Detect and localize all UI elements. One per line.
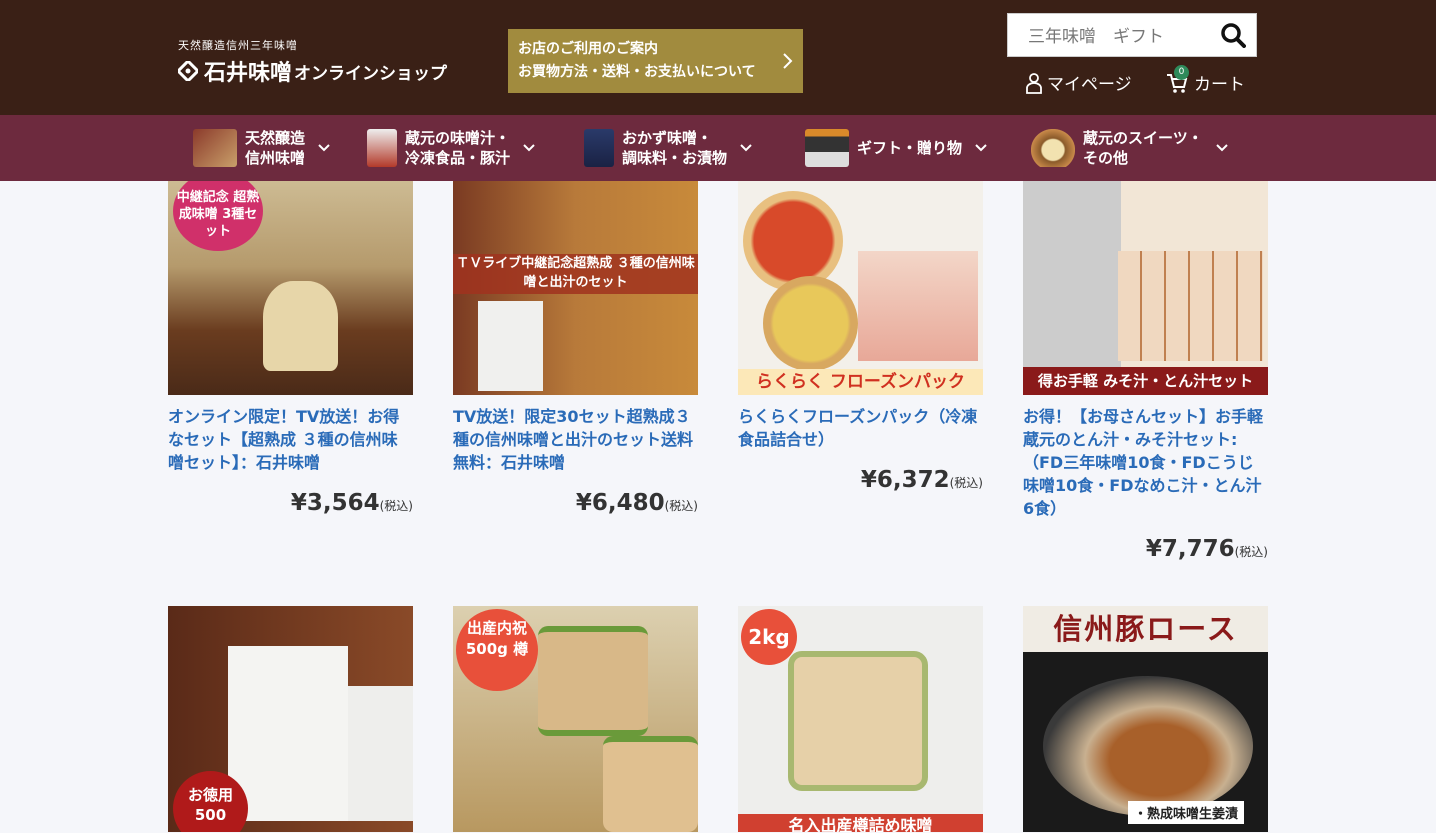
product-price: ¥6,372(税込): [738, 467, 983, 493]
product-title[interactable]: TV放送！限定30セット超熟成３種の信州味噌と出汁のセット送料無料：石井味噌: [453, 405, 698, 474]
price-value: ¥7,776: [1145, 536, 1235, 562]
tax-label: (税込): [1234, 545, 1268, 559]
product-price: ¥6,480(税込): [453, 490, 698, 516]
product-title[interactable]: らくらくフローズンパック（冷凍食品詰合せ）: [738, 405, 983, 451]
nav-item-miso-soup[interactable]: 蔵元の味噌汁・ 冷凍食品・豚汁: [367, 115, 536, 181]
category-nav: 天然醸造信州味噌 蔵元の味噌汁・ 冷凍食品・豚汁 おかず味噌・ 調味料・お漬物 ギフ…: [0, 115, 1436, 181]
guide-line-1: お店のご利用のご案内: [518, 41, 658, 57]
product-image-badge: 出産内祝 500g 樽: [456, 609, 538, 691]
chevron-down-icon: [1215, 144, 1228, 152]
tax-label: (税込): [664, 499, 698, 513]
nav-label-2: 信州味噌: [245, 149, 306, 167]
product-card[interactable]: ＴＶライブ中継記念超熟成 ３種の信州味噌と出汁のセット TV放送！限定30セット…: [453, 181, 698, 516]
barrel-2: [603, 736, 698, 832]
nav-thumb-miso: [193, 129, 237, 167]
nav-label-1: おかず味噌・: [622, 129, 713, 147]
tax-label: (税込): [949, 476, 983, 490]
nav-thumb-gift: [805, 129, 849, 167]
nav-label-1: 蔵元のスイーツ・: [1083, 129, 1203, 147]
product-title[interactable]: オンライン限定！TV放送！お得なセット【超熟成 ３種の信州味噌セット】：石井味噌: [168, 405, 413, 474]
product-price: ¥3,564(税込): [168, 490, 413, 516]
user-icon: [1026, 72, 1042, 94]
nav-thumb-jar: [584, 129, 614, 167]
dashi-pack-large: [228, 646, 348, 821]
nav-label-1: ギフト・贈り物: [857, 139, 963, 157]
product-image[interactable]: らくらく フローズンパック: [738, 181, 983, 395]
nav-label-2: その他: [1083, 149, 1129, 167]
cart-label: カート: [1194, 75, 1245, 95]
price-value: ¥6,372: [860, 467, 950, 493]
product-image-caption: ・熟成味噌生姜漬: [1128, 801, 1245, 824]
barrel-1: [538, 626, 648, 736]
product-card[interactable]: 中継記念 超熟成味噌 3種セット オンライン限定！TV放送！お得なセット【超熟成…: [168, 181, 413, 516]
logo-mark-icon: [178, 61, 198, 81]
price-value: ¥3,564: [290, 490, 380, 516]
product-title[interactable]: お得！【お母さんセット】お手軽蔵元のとん汁・みそ汁セット:（FD三年味噌10食・…: [1023, 405, 1268, 520]
miso-bag: [263, 281, 338, 371]
product-image[interactable]: お徳用 500: [168, 606, 413, 832]
search-input[interactable]: [1008, 14, 1208, 54]
shop-guide-banner[interactable]: お店のご利用のご案内 お買物方法・送料・お支払いについて: [508, 29, 803, 93]
product-image[interactable]: 信州豚ロース ・熟成味噌生姜漬: [1023, 606, 1268, 832]
nav-thumb-sweets: [1031, 129, 1075, 167]
price-value: ¥6,480: [575, 490, 665, 516]
product-image-badge: 中継記念 超熟成味噌 3種セット: [173, 181, 263, 251]
nav-label-2: 冷凍食品・豚汁: [405, 149, 511, 167]
nav-item-sweets[interactable]: 蔵元のスイーツ・ その他: [1031, 115, 1229, 181]
shop-logo[interactable]: 天然醸造信州三年味噌 石井味噌 オンラインショップ: [178, 37, 447, 87]
product-image[interactable]: 2kg 名入出産樽詰め味噌: [738, 606, 983, 832]
tax-label: (税込): [379, 499, 413, 513]
product-card[interactable]: 出産内祝 500g 樽: [453, 606, 698, 832]
product-image-band: らくらく フローズンパック: [738, 369, 983, 395]
mypage-link[interactable]: マイページ: [1025, 70, 1132, 95]
product-image-badge: 2kg: [741, 609, 797, 665]
product-card[interactable]: 得お手軽 みそ汁・とん汁セット お得！【お母さんセット】お手軽蔵元のとん汁・みそ…: [1023, 181, 1268, 562]
soup-pack: [1118, 251, 1263, 361]
product-image[interactable]: ＴＶライブ中継記念超熟成 ３種の信州味噌と出汁のセット: [453, 181, 698, 395]
chevron-right-icon: [783, 53, 793, 69]
product-card[interactable]: らくらく フローズンパック らくらくフローズンパック（冷凍食品詰合せ） ¥6,3…: [738, 181, 983, 493]
cart-count-badge: 0: [1174, 65, 1189, 80]
chevron-down-icon: [740, 144, 752, 152]
product-grid: 中継記念 超熟成味噌 3種セット オンライン限定！TV放送！お得なセット【超熟成…: [8, 181, 1428, 833]
product-card[interactable]: お徳用 500: [168, 606, 413, 832]
product-card[interactable]: 2kg 名入出産樽詰め味噌: [738, 606, 983, 832]
product-image-band: 得お手軽 みそ汁・とん汁セット: [1023, 367, 1268, 395]
product-image[interactable]: 中継記念 超熟成味噌 3種セット: [168, 181, 413, 395]
logo-shop-label: オンラインショップ: [294, 63, 448, 84]
barrel: [788, 651, 928, 791]
pork-plate: [1043, 676, 1253, 816]
logo-brand: 石井味噌: [204, 60, 293, 86]
meat-pack: [858, 251, 978, 361]
product-image-band: ＴＶライブ中継記念超熟成 ３種の信州味噌と出汁のセット: [453, 254, 698, 294]
nav-item-okazu-miso[interactable]: おかず味噌・ 調味料・お漬物: [584, 115, 753, 181]
dashi-bag: [478, 301, 543, 391]
nav-item-natural-miso[interactable]: 天然醸造 信州味噌: [193, 115, 331, 181]
logo-tagline: 天然醸造信州三年味噌: [178, 39, 298, 52]
cart-link[interactable]: 0 カート: [1166, 65, 1245, 95]
product-image-band: 信州豚ロース: [1023, 606, 1268, 652]
product-image[interactable]: 出産内祝 500g 樽: [453, 606, 698, 832]
search-box: [1007, 13, 1257, 57]
pizza-2: [763, 276, 858, 371]
product-price: ¥7,776(税込): [1023, 536, 1268, 562]
chevron-down-icon: [523, 144, 535, 152]
dashi-pack-small: [348, 686, 413, 821]
product-card[interactable]: 信州豚ロース ・熟成味噌生姜漬: [1023, 606, 1268, 832]
chevron-down-icon: [975, 144, 987, 152]
site-header: 天然醸造信州三年味噌 石井味噌 オンラインショップ お店のご利用のご案内 お買物…: [0, 0, 1436, 115]
product-image[interactable]: 得お手軽 みそ汁・とん汁セット: [1023, 181, 1268, 395]
nav-label-1: 天然醸造: [245, 129, 306, 147]
nav-label-1: 蔵元の味噌汁・: [405, 129, 511, 147]
nav-item-gift[interactable]: ギフト・贈り物: [805, 115, 988, 181]
nav-thumb-soup: [367, 129, 397, 167]
search-icon[interactable]: [1220, 22, 1246, 48]
guide-line-2: お買物方法・送料・お支払いについて: [518, 64, 756, 80]
nav-label-2: 調味料・お漬物: [622, 149, 728, 167]
mypage-label: マイページ: [1047, 75, 1132, 95]
product-image-band: 名入出産樽詰め味噌: [738, 814, 983, 832]
pizza-1: [743, 191, 843, 291]
chevron-down-icon: [318, 144, 330, 152]
